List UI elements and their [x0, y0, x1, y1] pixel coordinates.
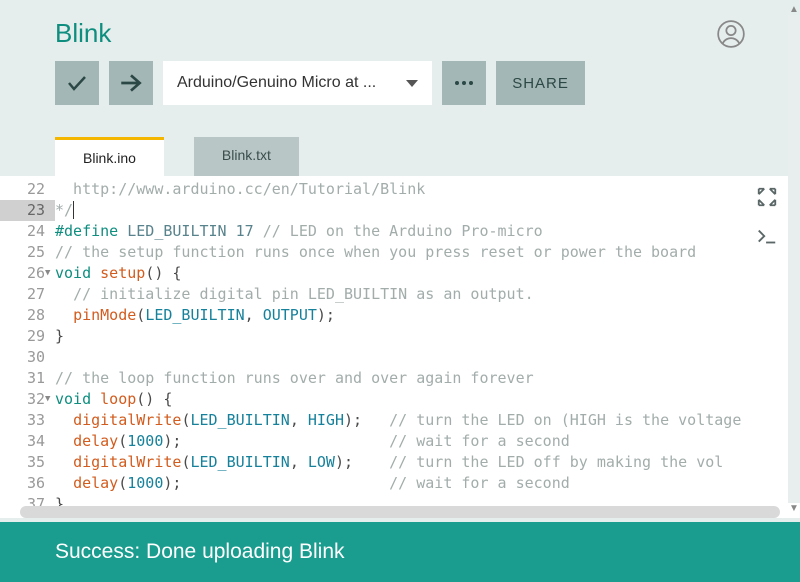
fullscreen-icon[interactable] — [754, 186, 780, 208]
line-content[interactable]: void loop() { — [55, 389, 800, 410]
sketch-title: Blink — [55, 18, 111, 49]
line-number: 30 — [0, 347, 55, 368]
line-number: 27 — [0, 284, 55, 305]
code-line[interactable]: 30 — [0, 347, 800, 368]
line-content[interactable]: delay(1000); // wait for a second — [55, 431, 800, 452]
verify-button[interactable] — [55, 61, 99, 105]
serial-monitor-icon[interactable] — [754, 226, 780, 248]
line-content[interactable]: // initialize digital pin LED_BUILTIN as… — [55, 284, 800, 305]
line-content[interactable]: // the setup function runs once when you… — [55, 242, 800, 263]
share-button[interactable]: SHARE — [496, 61, 585, 105]
line-number: 26▼ — [0, 263, 55, 284]
line-content[interactable]: */ — [55, 200, 800, 221]
code-line[interactable]: 25// the setup function runs once when y… — [0, 242, 800, 263]
code-line[interactable]: 32▼void loop() { — [0, 389, 800, 410]
fold-icon[interactable]: ▼ — [45, 389, 50, 410]
horizontal-scrollbar[interactable] — [20, 506, 780, 518]
upload-button[interactable] — [109, 61, 153, 105]
caret-down-icon — [406, 80, 418, 87]
code-line[interactable]: 28 pinMode(LED_BUILTIN, OUTPUT); — [0, 305, 800, 326]
board-label: Arduino/Genuino Micro at ... — [177, 74, 376, 92]
fold-icon[interactable]: ▼ — [45, 263, 50, 284]
code-line[interactable]: 33 digitalWrite(LED_BUILTIN, HIGH); // t… — [0, 410, 800, 431]
line-number: 22 — [0, 179, 55, 200]
line-number: 25 — [0, 242, 55, 263]
code-line[interactable]: 35 digitalWrite(LED_BUILTIN, LOW); // tu… — [0, 452, 800, 473]
code-line[interactable]: 23*/ — [0, 200, 800, 221]
line-number: 31 — [0, 368, 55, 389]
code-line[interactable]: 31// the loop function runs over and ove… — [0, 368, 800, 389]
line-content[interactable]: pinMode(LED_BUILTIN, OUTPUT); — [55, 305, 800, 326]
share-label: SHARE — [512, 75, 569, 92]
line-content[interactable] — [55, 347, 800, 368]
code-line[interactable]: 22 http://www.arduino.cc/en/Tutorial/Bli… — [0, 179, 800, 200]
status-message: Success: Done uploading Blink — [55, 540, 345, 563]
scroll-up-icon[interactable]: ▲ — [789, 4, 799, 15]
line-number: 36 — [0, 473, 55, 494]
line-number: 32▼ — [0, 389, 55, 410]
line-number: 33 — [0, 410, 55, 431]
user-icon[interactable] — [717, 20, 745, 48]
line-content[interactable]: #define LED_BUILTIN 17 // LED on the Ard… — [55, 221, 800, 242]
line-number: 24 — [0, 221, 55, 242]
line-content[interactable]: digitalWrite(LED_BUILTIN, LOW); // turn … — [55, 452, 800, 473]
code-line[interactable]: 27 // initialize digital pin LED_BUILTIN… — [0, 284, 800, 305]
board-select[interactable]: Arduino/Genuino Micro at ... — [163, 61, 432, 105]
more-button[interactable] — [442, 61, 486, 105]
tab-active[interactable]: Blink.ino — [55, 137, 164, 176]
line-content[interactable]: delay(1000); // wait for a second — [55, 473, 800, 494]
check-icon — [65, 71, 89, 95]
status-bar: Success: Done uploading Blink — [0, 522, 800, 582]
tab-inactive[interactable]: Blink.txt — [194, 137, 299, 176]
code-editor[interactable]: 22 http://www.arduino.cc/en/Tutorial/Bli… — [0, 176, 800, 518]
code-line[interactable]: 34 delay(1000); // wait for a second — [0, 431, 800, 452]
dots-icon — [452, 71, 476, 95]
arrow-right-icon — [118, 70, 144, 96]
line-content[interactable]: http://www.arduino.cc/en/Tutorial/Blink — [55, 179, 800, 200]
code-line[interactable]: 29} — [0, 326, 800, 347]
line-content[interactable]: void setup() { — [55, 263, 800, 284]
line-number: 29 — [0, 326, 55, 347]
vertical-scrollbar[interactable]: ▲ ▼ — [788, 0, 800, 518]
line-number: 35 — [0, 452, 55, 473]
line-number: 34 — [0, 431, 55, 452]
code-line[interactable]: 36 delay(1000); // wait for a second — [0, 473, 800, 494]
line-content[interactable]: // the loop function runs over and over … — [55, 368, 800, 389]
line-number: 23 — [0, 200, 55, 221]
line-number: 28 — [0, 305, 55, 326]
scroll-down-icon[interactable]: ▼ — [789, 503, 799, 514]
code-line[interactable]: 26▼void setup() { — [0, 263, 800, 284]
code-line[interactable]: 24#define LED_BUILTIN 17 // LED on the A… — [0, 221, 800, 242]
line-content[interactable]: digitalWrite(LED_BUILTIN, HIGH); // turn… — [55, 410, 800, 431]
line-content[interactable]: } — [55, 326, 800, 347]
